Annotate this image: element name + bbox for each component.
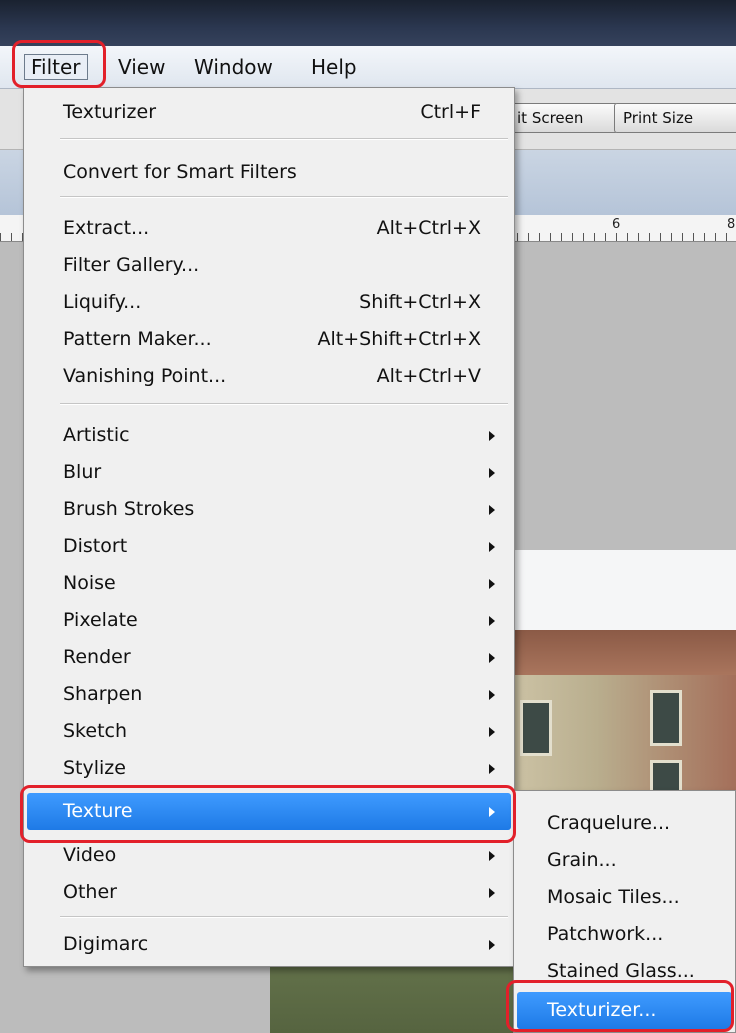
menu-item-label: Render (63, 646, 131, 668)
menu-item-distort[interactable]: Distort (27, 528, 511, 565)
highlight-filter-ring (12, 40, 106, 88)
menu-item-label: Convert for Smart Filters (63, 161, 297, 183)
submenu-arrow-icon (489, 851, 495, 861)
photo-window (520, 700, 552, 756)
menu-item-stylize[interactable]: Stylize (27, 750, 511, 787)
menu-item-label: Stylize (63, 757, 126, 779)
submenu-arrow-icon (489, 690, 495, 700)
submenu-arrow-icon (489, 653, 495, 663)
ruler-mark-8: 8 (727, 217, 736, 232)
submenu-arrow-icon (489, 505, 495, 515)
menu-item-sketch[interactable]: Sketch (27, 713, 511, 750)
menu-separator (60, 138, 508, 140)
menu-item-label: Brush Strokes (63, 498, 195, 520)
submenu-arrow-icon (489, 727, 495, 737)
print-size-button[interactable]: Print Size (614, 103, 736, 133)
submenu-item-mosaic-tiles[interactable]: Mosaic Tiles... (517, 879, 732, 916)
menu-item-label: Sharpen (63, 683, 143, 705)
highlight-texture-ring (20, 785, 516, 843)
menu-help[interactable]: Help (305, 54, 363, 80)
menu-item-label: Extract... (63, 217, 150, 239)
menu-separator (60, 196, 508, 198)
submenu-arrow-icon (489, 940, 495, 950)
menu-item-sharpen[interactable]: Sharpen (27, 676, 511, 713)
menu-item-label: Artistic (63, 424, 130, 446)
submenu-arrow-icon (489, 616, 495, 626)
submenu-arrow-icon (489, 579, 495, 589)
menu-item-label: Blur (63, 461, 102, 483)
menu-item-digimarc[interactable]: Digimarc (27, 926, 511, 963)
menu-window[interactable]: Window (188, 54, 279, 80)
menu-item-label: Pattern Maker... (63, 328, 212, 350)
menu-item-noise[interactable]: Noise (27, 565, 511, 602)
menu-item-filter-gallery[interactable]: Filter Gallery... (27, 247, 511, 284)
menubar: Filter View Window Help (0, 46, 736, 89)
submenu-arrow-icon (489, 888, 495, 898)
menu-item-shortcut: Shift+Ctrl+X (359, 291, 481, 313)
highlight-texturizer-ring (506, 980, 734, 1032)
menu-item-label: Distort (63, 535, 128, 557)
window-titlebar (0, 0, 736, 46)
menu-item-label: Sketch (63, 720, 128, 742)
submenu-item-craquelure[interactable]: Craquelure... (517, 805, 732, 842)
submenu-item-patchwork[interactable]: Patchwork... (517, 916, 732, 953)
fit-screen-button[interactable]: it Screen (508, 103, 618, 133)
menu-item-label: Video (63, 844, 117, 866)
submenu-arrow-icon (489, 764, 495, 774)
photo-window (650, 690, 682, 746)
menu-separator (60, 403, 508, 405)
menu-item-liquify[interactable]: Liquify... Shift+Ctrl+X (27, 284, 511, 321)
menu-item-extract[interactable]: Extract... Alt+Ctrl+X (27, 210, 511, 247)
menu-item-pattern-maker[interactable]: Pattern Maker... Alt+Shift+Ctrl+X (27, 321, 511, 358)
menu-item-other[interactable]: Other (27, 874, 511, 911)
menu-item-label: Other (63, 881, 117, 903)
submenu-item-grain[interactable]: Grain... (517, 842, 732, 879)
menu-item-shortcut: Alt+Shift+Ctrl+X (317, 328, 482, 350)
menu-view[interactable]: View (112, 54, 171, 80)
menu-item-label: Vanishing Point... (63, 365, 227, 387)
menu-item-label: Noise (63, 572, 116, 594)
menu-item-shortcut: Alt+Ctrl+X (376, 217, 481, 239)
menu-item-vanishing-point[interactable]: Vanishing Point... Alt+Ctrl+V (27, 358, 511, 395)
menu-item-label: Pixelate (63, 609, 138, 631)
menu-item-shortcut: Ctrl+F (420, 101, 481, 123)
menu-item-pixelate[interactable]: Pixelate (27, 602, 511, 639)
submenu-arrow-icon (489, 468, 495, 478)
menu-item-label: Digimarc (63, 933, 149, 955)
menu-item-label: Texturizer (63, 101, 157, 123)
menu-item-shortcut: Alt+Ctrl+V (376, 365, 481, 387)
submenu-arrow-icon (489, 542, 495, 552)
ruler-mark-6: 6 (612, 217, 621, 232)
menu-item-convert-smart-filters[interactable]: Convert for Smart Filters (27, 154, 511, 191)
menu-item-blur[interactable]: Blur (27, 454, 511, 491)
menu-item-texturizer-last[interactable]: Texturizer Ctrl+F (27, 94, 511, 131)
menu-item-artistic[interactable]: Artistic (27, 417, 511, 454)
menu-item-brush-strokes[interactable]: Brush Strokes (27, 491, 511, 528)
menu-item-label: Liquify... (63, 291, 142, 313)
menu-item-render[interactable]: Render (27, 639, 511, 676)
menu-item-label: Filter Gallery... (63, 254, 200, 276)
menu-separator (60, 916, 508, 918)
submenu-arrow-icon (489, 431, 495, 441)
